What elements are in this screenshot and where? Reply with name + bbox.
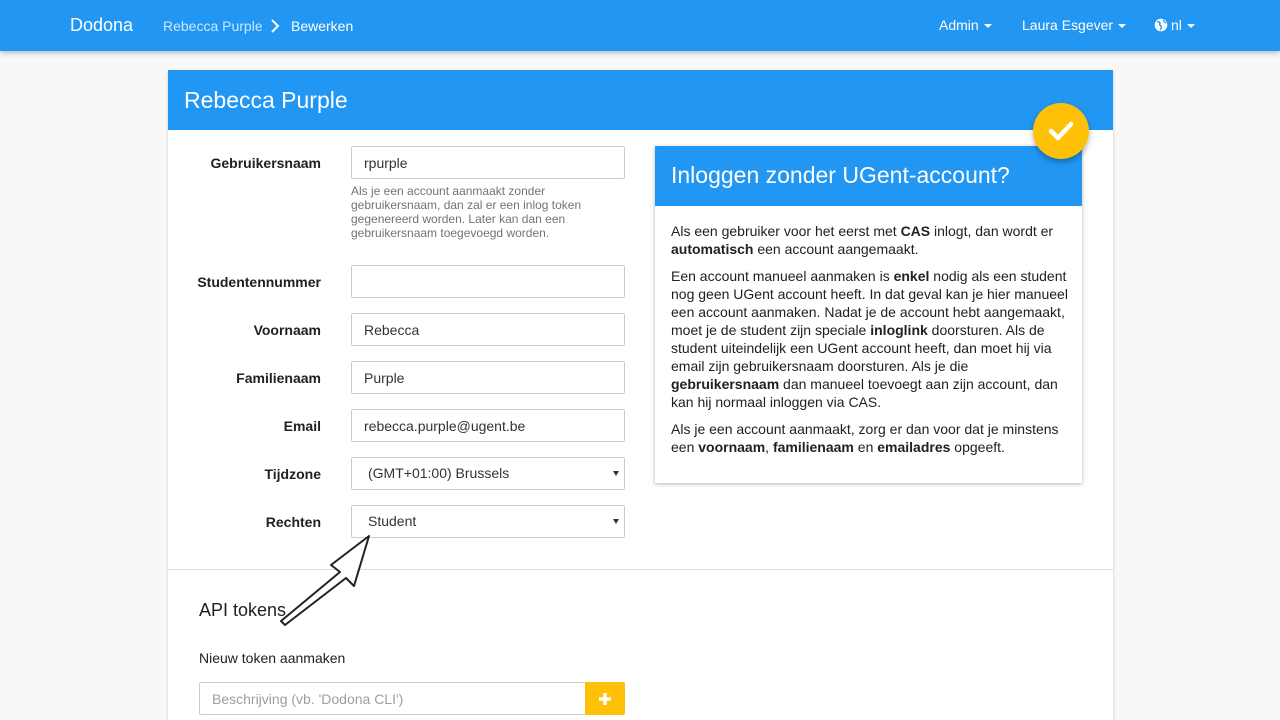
info-paragraph-2: Een account manueel aanmaken is enkel no…: [671, 268, 1068, 410]
brand-logo[interactable]: Dodona: [70, 15, 133, 36]
language-menu[interactable]: nl: [1154, 17, 1195, 33]
save-button[interactable]: [1033, 103, 1089, 159]
permission-select[interactable]: Student: [351, 505, 625, 538]
username-help-text: Als je een account aanmaakt zonder gebru…: [351, 184, 582, 240]
caret-down-icon: [1118, 23, 1127, 28]
add-token-button[interactable]: [585, 682, 625, 715]
email-input[interactable]: [351, 409, 625, 442]
plus-icon: [599, 692, 611, 705]
permission-value: Student: [368, 513, 417, 529]
select-arrow-icon: [613, 519, 619, 524]
breadcrumb-current: Bewerken: [291, 18, 354, 34]
info-panel-header: Inloggen zonder UGent-account?: [655, 146, 1082, 206]
last-name-input[interactable]: [351, 361, 625, 394]
new-token-label: Nieuw token aanmaken: [199, 650, 346, 666]
token-description-input[interactable]: [199, 682, 586, 715]
username-label: Gebruikersnaam: [210, 155, 322, 171]
info-panel: Inloggen zonder UGent-account? Als een g…: [655, 146, 1082, 483]
info-panel-title: Inloggen zonder UGent-account?: [671, 162, 1010, 188]
email-label: Email: [283, 418, 321, 434]
breadcrumb-user[interactable]: Rebecca Purple: [163, 18, 263, 34]
globe-icon: [1154, 18, 1168, 32]
info-paragraph-3: Als je een account aanmaakt, zorg er dan…: [671, 421, 1059, 455]
navbar: Dodona Rebecca Purple Bewerken Admin Lau…: [0, 0, 1280, 51]
user-menu[interactable]: Laura Esgever: [1022, 17, 1127, 33]
admin-menu[interactable]: Admin: [939, 17, 992, 33]
student-number-input[interactable]: [351, 265, 625, 298]
check-icon: [1048, 121, 1074, 141]
page-title: Rebecca Purple: [184, 87, 348, 113]
first-name-label: Voornaam: [253, 322, 321, 338]
chevron-right-icon: [271, 19, 280, 33]
last-name-label: Familienaam: [236, 370, 321, 386]
info-paragraph-1: Als een gebruiker voor het eerst met CAS…: [671, 223, 1054, 257]
user-menu-label: Laura Esgever: [1022, 17, 1114, 33]
username-input[interactable]: [351, 146, 625, 179]
timezone-value: (GMT+01:00) Brussels: [368, 465, 510, 481]
select-arrow-icon: [613, 471, 619, 476]
language-label: nl: [1171, 17, 1182, 33]
caret-down-icon: [1186, 23, 1195, 28]
caret-down-icon: [983, 23, 992, 28]
first-name-input[interactable]: [351, 313, 625, 346]
card-header: Rebecca Purple: [168, 70, 1113, 130]
timezone-label: Tijdzone: [264, 466, 321, 482]
student-number-label: Studentennummer: [197, 274, 321, 290]
annotation-arrow-icon: [280, 535, 370, 626]
timezone-select[interactable]: (GMT+01:00) Brussels: [351, 457, 625, 490]
admin-menu-label: Admin: [939, 17, 979, 33]
info-panel-body: Als een gebruiker voor het eerst met CAS…: [671, 222, 1069, 465]
